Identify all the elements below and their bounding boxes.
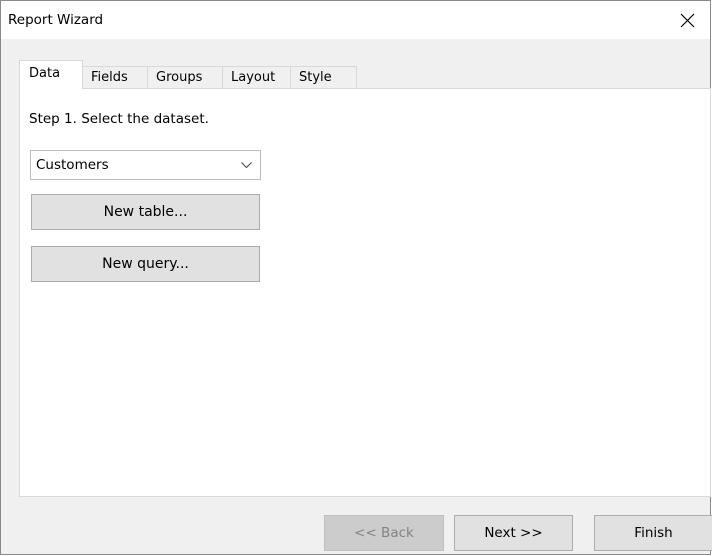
back-button[interactable]: << Back bbox=[324, 515, 444, 551]
tab-layout[interactable]: Layout bbox=[222, 66, 291, 89]
dataset-select-value: Customers bbox=[36, 157, 109, 173]
data-tab-panel: Step 1. Select the dataset. Customers Ne… bbox=[19, 88, 711, 497]
finish-button[interactable]: Finish bbox=[594, 515, 712, 551]
chevron-down-icon bbox=[241, 162, 252, 169]
title-bar: Report Wizard bbox=[1, 1, 710, 39]
close-button[interactable] bbox=[666, 1, 710, 39]
tab-style[interactable]: Style bbox=[290, 66, 357, 89]
next-button[interactable]: Next >> bbox=[454, 515, 573, 551]
tab-groups[interactable]: Groups bbox=[147, 66, 223, 89]
dataset-select[interactable]: Customers bbox=[30, 150, 261, 180]
tab-fields[interactable]: Fields bbox=[82, 66, 148, 89]
new-query-button[interactable]: New query... bbox=[31, 246, 260, 282]
window-title: Report Wizard bbox=[8, 12, 104, 28]
report-wizard-window: Report Wizard Data Fields Groups Layout … bbox=[0, 0, 712, 555]
tab-strip: Data Fields Groups Layout Style bbox=[19, 60, 357, 89]
tab-data[interactable]: Data bbox=[19, 60, 83, 89]
step-instruction: Step 1. Select the dataset. bbox=[29, 111, 209, 127]
new-table-button[interactable]: New table... bbox=[31, 194, 260, 230]
close-icon bbox=[680, 13, 695, 28]
